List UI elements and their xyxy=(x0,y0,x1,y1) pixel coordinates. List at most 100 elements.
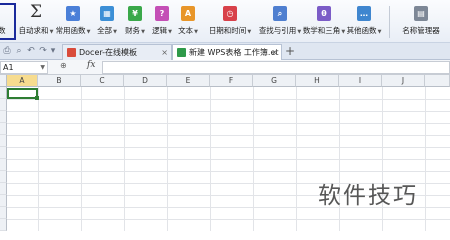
print-preview-icon[interactable]: ⌕ xyxy=(14,46,24,56)
close-icon[interactable]: × xyxy=(271,45,278,60)
name-box-value: A1 xyxy=(3,63,14,72)
date-time-button[interactable]: ◷ 日期和时间▼ xyxy=(208,5,252,39)
column-header-i[interactable]: I xyxy=(339,75,382,87)
financial-icon: ¥ xyxy=(128,6,142,21)
autosum-icon: Σ xyxy=(29,2,43,22)
date-time-label: 日期和时间 xyxy=(208,26,247,35)
grid-line xyxy=(7,111,450,112)
row-header[interactable] xyxy=(0,123,7,135)
grid-line xyxy=(7,219,450,220)
column-header-f[interactable]: F xyxy=(210,75,253,87)
chevron-down-icon: ▼ xyxy=(141,29,145,35)
math-trig-label: 数学和三角 xyxy=(302,26,341,35)
financial-label: 财务 xyxy=(125,26,141,35)
undo-icon[interactable]: ↶ xyxy=(26,46,36,56)
row-header[interactable] xyxy=(0,147,7,159)
tab-docer-templates[interactable]: Docer-在线模板 × xyxy=(62,44,172,60)
column-header-j[interactable]: J xyxy=(382,75,425,87)
name-box[interactable]: A1 ▼ xyxy=(0,61,48,74)
all-functions-label: 全部 xyxy=(97,26,113,35)
row-header[interactable] xyxy=(0,171,7,183)
date-time-icon: ◷ xyxy=(223,6,237,21)
spreadsheet-icon xyxy=(177,48,186,57)
redo-icon[interactable]: ↷ xyxy=(38,46,48,56)
active-cell-a1[interactable] xyxy=(7,88,39,100)
text-label: 文本 xyxy=(178,26,194,35)
row-header[interactable] xyxy=(0,219,7,231)
math-trig-icon: θ xyxy=(317,6,331,21)
column-header-c[interactable]: C xyxy=(81,75,124,87)
logical-label: 逻辑 xyxy=(152,26,168,35)
column-header-g[interactable]: G xyxy=(253,75,296,87)
all-functions-button[interactable]: ▦ 全部▼ xyxy=(97,5,117,39)
chevron-down-icon: ▼ xyxy=(377,29,382,35)
common-functions-label: 常用函数 xyxy=(55,26,86,35)
grid-line xyxy=(7,171,450,172)
logical-button[interactable]: ? 逻辑▼ xyxy=(152,5,172,39)
lookup-reference-label: 查找与引用 xyxy=(258,26,297,35)
grid-line xyxy=(7,99,450,100)
logical-icon: ? xyxy=(155,6,169,21)
ribbon-divider xyxy=(389,6,390,38)
financial-button[interactable]: ¥ 财务▼ xyxy=(125,5,145,39)
common-functions-icon: ★ xyxy=(66,6,80,21)
other-functions-button[interactable]: … 其他函数▼ xyxy=(346,5,381,39)
other-functions-icon: … xyxy=(357,6,371,21)
other-functions-label: 其他函数 xyxy=(346,26,377,35)
chevron-down-icon: ▼ xyxy=(194,29,198,35)
row-header[interactable] xyxy=(0,135,7,147)
column-header-b[interactable]: B xyxy=(38,75,81,87)
new-tab-icon[interactable]: + xyxy=(285,44,295,58)
row-header[interactable] xyxy=(0,111,7,123)
row-header[interactable] xyxy=(0,195,7,207)
grid-line xyxy=(7,135,450,136)
name-manager-icon: ▤ xyxy=(414,6,428,21)
document-tab-bar: ⎙ ⌕ ↶ ↷ ▾ Docer-在线模板 × 新建 WPS表格 工作簿.et ×… xyxy=(0,43,450,60)
text-button[interactable]: A 文本▼ xyxy=(178,5,198,39)
chevron-down-icon[interactable]: ▾ xyxy=(48,46,58,56)
grid-line xyxy=(7,123,450,124)
formula-bar: A1 ▼ ⊕ fx xyxy=(0,60,450,75)
select-all-corner[interactable] xyxy=(0,75,7,87)
autosum-label: 自动求和 xyxy=(18,26,49,35)
name-manager-button[interactable]: ▤ 名称管理器 xyxy=(402,5,440,39)
row-header[interactable] xyxy=(0,183,7,195)
fx-button[interactable]: fx xyxy=(87,60,95,70)
math-trig-button[interactable]: θ 数学和三角▼ xyxy=(302,5,345,39)
column-header-partial[interactable] xyxy=(425,75,450,87)
column-header-d[interactable]: D xyxy=(124,75,167,87)
row-header[interactable] xyxy=(0,207,7,219)
row-header[interactable] xyxy=(0,159,7,171)
lookup-reference-icon: ⌕ xyxy=(273,6,287,21)
docer-icon xyxy=(67,48,76,57)
fill-handle[interactable] xyxy=(35,96,39,100)
chevron-down-icon: ▼ xyxy=(247,29,252,35)
text-icon: A xyxy=(181,6,195,21)
column-header-e[interactable]: E xyxy=(167,75,210,87)
row-header[interactable] xyxy=(0,99,7,111)
tab-spreadsheet[interactable]: 新建 WPS表格 工作簿.et × xyxy=(172,44,282,60)
common-functions-button[interactable]: ★ 常用函数▼ xyxy=(56,5,90,39)
row-header[interactable] xyxy=(0,87,7,99)
watermark: 软件技巧 xyxy=(318,183,418,209)
grid-line xyxy=(7,147,450,148)
print-icon[interactable]: ⎙ xyxy=(2,46,12,56)
formula-input[interactable] xyxy=(102,61,450,74)
lookup-reference-button[interactable]: ⌕ 查找与引用▼ xyxy=(258,5,301,39)
chevron-down-icon: ▼ xyxy=(113,29,117,35)
grid-line xyxy=(7,159,450,160)
zoom-icon[interactable]: ⊕ xyxy=(60,61,67,70)
column-header-a[interactable]: A xyxy=(7,75,38,87)
chevron-down-icon: ▼ xyxy=(86,29,91,35)
all-functions-icon: ▦ xyxy=(100,6,114,21)
tab-spreadsheet-label: 新建 WPS表格 工作簿.et xyxy=(189,48,279,57)
autosum-button[interactable]: Σ 自动求和▼ xyxy=(18,2,54,39)
tab-docer-label: Docer-在线模板 xyxy=(79,48,138,57)
formula-ribbon: 数 Σ 自动求和▼ ★ 常用函数▼ ▦ 全部▼ ¥ 财务▼ ? 逻辑▼ A 文本… xyxy=(0,0,450,43)
name-manager-label: 名称管理器 xyxy=(402,26,440,35)
chevron-down-icon: ▼ xyxy=(49,29,54,35)
selection-highlight xyxy=(0,3,16,40)
chevron-down-icon[interactable]: ▼ xyxy=(40,62,45,73)
close-icon[interactable]: × xyxy=(161,45,168,60)
column-header-h[interactable]: H xyxy=(296,75,339,87)
